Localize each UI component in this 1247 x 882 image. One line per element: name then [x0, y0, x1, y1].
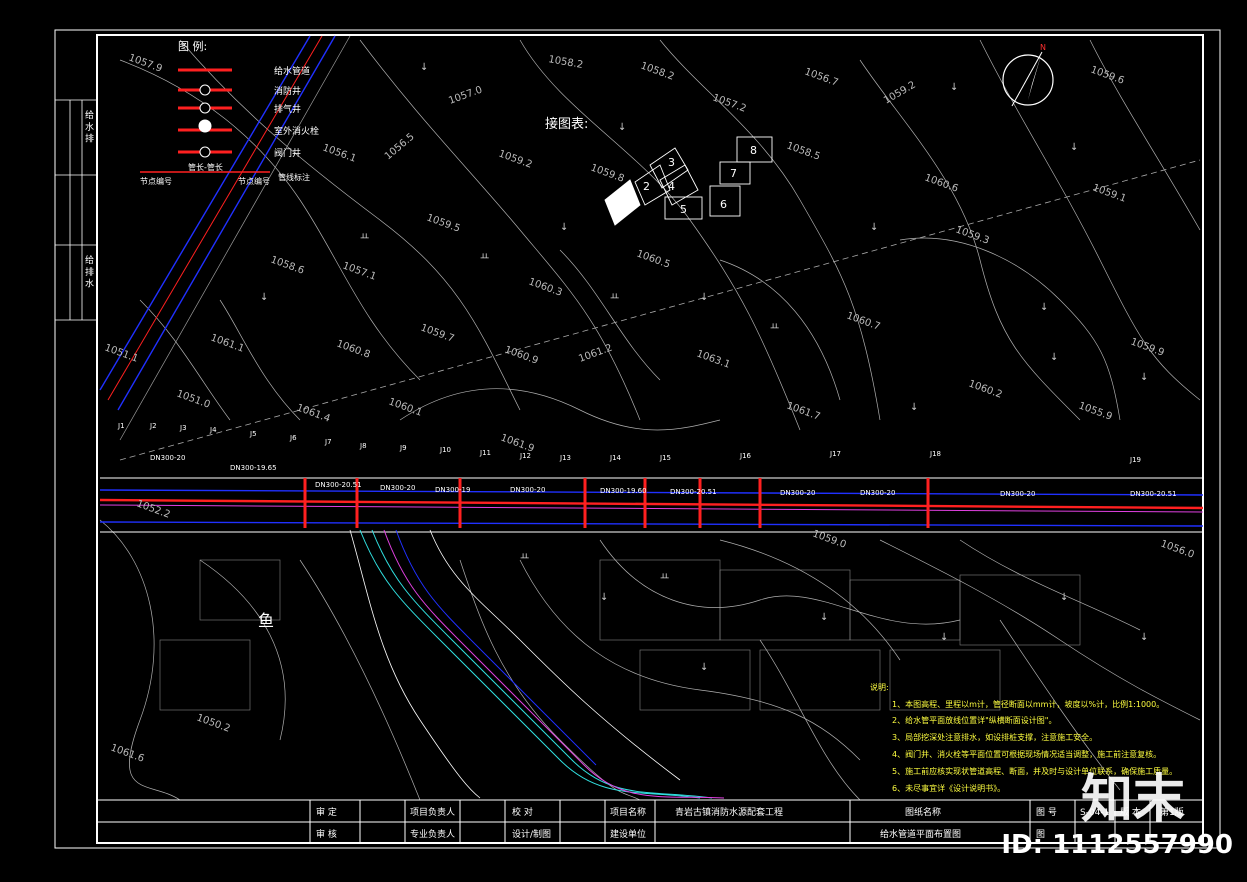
segment-label: DN300-19	[435, 486, 470, 494]
tb-cell: 图纸名称	[905, 806, 941, 818]
legend-item-valve-well: 阀门井	[274, 147, 301, 159]
svg-text:↓: ↓	[820, 612, 828, 623]
svg-text:↓: ↓	[700, 662, 708, 673]
sheet-number: 3	[668, 156, 675, 169]
left-strip-label-2: 给 排 水	[83, 254, 94, 288]
node-label: J6	[289, 434, 297, 442]
segment-label: DN300-20	[380, 484, 415, 492]
node-label: J13	[559, 454, 571, 462]
svg-text:↓: ↓	[618, 122, 626, 133]
legend-item-hydrant: 室外消火栓	[274, 125, 319, 137]
legend-title: 图 例:	[178, 39, 207, 53]
left-strip-label-1: 给 水 排	[83, 109, 94, 144]
node-label: J1	[117, 422, 125, 430]
tb-cell: 审 定	[316, 806, 337, 818]
tb-cell: 建设单位	[610, 828, 646, 840]
svg-text:↓: ↓	[1140, 372, 1148, 383]
node-label: J10	[439, 446, 451, 454]
tb-cell: 审 核	[316, 828, 337, 840]
svg-text:↓: ↓	[940, 632, 948, 643]
legend-item-fire-well: 消防井	[274, 85, 301, 97]
tb-cell: 项目负责人	[410, 806, 455, 818]
segment-label: DN300-19.60	[600, 487, 647, 495]
node-label: J14	[609, 454, 622, 462]
note-line: 3、局部挖深处注意排水，如设排桩支撑，注意施工安全。	[892, 732, 1097, 742]
node-label: J5	[249, 430, 257, 438]
segment-label: DN300-20	[150, 454, 185, 462]
sheet-number: 8	[750, 144, 757, 157]
legend-item-air-valve: 排气井	[274, 103, 301, 115]
segment-label: DN300-20.51	[670, 488, 717, 496]
tb-cell: 图 号	[1036, 807, 1057, 818]
svg-text:↓: ↓	[1040, 302, 1048, 313]
node-label: J9	[399, 444, 407, 452]
legend-note-tail: 管线标注	[278, 172, 310, 182]
tb-cell: 专业负责人	[410, 828, 455, 840]
svg-text:ㅛ: ㅛ	[480, 252, 489, 263]
segment-label: DN300-19.65	[230, 464, 277, 472]
node-label: J4	[209, 426, 217, 434]
svg-text:ㅛ: ㅛ	[660, 572, 669, 583]
node-label: J16	[739, 452, 752, 460]
legend-item-pipe: 给水管道	[274, 65, 310, 77]
sheet-number: 1	[618, 198, 625, 211]
node-label: J17	[829, 450, 841, 458]
node-label: J11	[479, 449, 491, 457]
node-label: J8	[359, 442, 367, 450]
segment-label: DN300-20	[780, 489, 815, 497]
svg-text:↓: ↓	[560, 222, 568, 233]
tb-cell: 青岩古镇消防水源配套工程	[675, 806, 783, 818]
svg-text:ㅛ: ㅛ	[520, 552, 529, 563]
svg-text:ㅛ: ㅛ	[360, 232, 369, 243]
svg-text:ㅛ: ㅛ	[610, 292, 619, 303]
legend-note-mid: 管长-管长	[188, 162, 223, 172]
tb-cell: 给水管道平面布置图	[880, 828, 961, 840]
sheet-number: 5	[680, 203, 687, 216]
node-label: J2	[149, 422, 157, 430]
segment-label: DN300-20.51	[315, 481, 362, 489]
legend-note-left: 节点编号	[140, 176, 172, 186]
segment-label: DN300-20.51	[1130, 490, 1177, 498]
svg-text:↓: ↓	[950, 82, 958, 93]
notes-title: 说明:	[870, 682, 889, 692]
svg-text:↓: ↓	[1140, 632, 1148, 643]
svg-text:↓: ↓	[700, 292, 708, 303]
index-map-title: 接图表:	[545, 116, 588, 132]
cad-drawing: 给 水 排 给 排 水 DN300-20 DN300-19.65 DN300-2…	[0, 0, 1247, 882]
node-label: J18	[929, 450, 941, 458]
sheet-number: 2	[643, 180, 650, 193]
segment-label: DN300-20	[860, 489, 895, 497]
watermark-brand: 知末	[1080, 770, 1185, 830]
place-label: 鱼	[258, 611, 274, 630]
svg-text:↓: ↓	[870, 222, 878, 233]
svg-text:↓: ↓	[600, 592, 608, 603]
tb-cell: 项目名称	[610, 806, 646, 818]
tb-cell: 校 对	[512, 806, 533, 818]
sheet-number: 7	[730, 167, 737, 180]
svg-text:↓: ↓	[1070, 142, 1078, 153]
note-line: 1、本图高程、里程以m计，管径断面以mm计，坡度以%计，比例1:1000。	[892, 699, 1164, 709]
svg-text:ㅛ: ㅛ	[770, 322, 779, 333]
sheet-number: 6	[720, 198, 727, 211]
legend-note-right: 节点编号	[238, 176, 270, 186]
svg-text:N: N	[1040, 43, 1046, 52]
segment-label: DN300-20	[1000, 490, 1035, 498]
note-line: 2、给水管平面放线位置详"纵横断面设计图"。	[892, 715, 1056, 725]
node-label: J3	[179, 424, 187, 432]
svg-text:↓: ↓	[910, 402, 918, 413]
svg-text:↓: ↓	[1050, 352, 1058, 363]
tb-cell: 设计/制图	[512, 828, 551, 840]
svg-text:↓: ↓	[420, 62, 428, 73]
node-label: J15	[659, 454, 671, 462]
note-line: 6、未尽事宜详《设计说明书》。	[892, 783, 1005, 793]
watermark-id: ID: 1112557990	[1001, 830, 1233, 860]
node-label: J19	[1129, 456, 1141, 464]
svg-text:↓: ↓	[260, 292, 268, 303]
svg-text:↓: ↓	[1060, 592, 1068, 603]
node-label: J7	[324, 438, 332, 446]
sheet-number: 4	[668, 180, 675, 193]
segment-label: DN300-20	[510, 486, 545, 494]
